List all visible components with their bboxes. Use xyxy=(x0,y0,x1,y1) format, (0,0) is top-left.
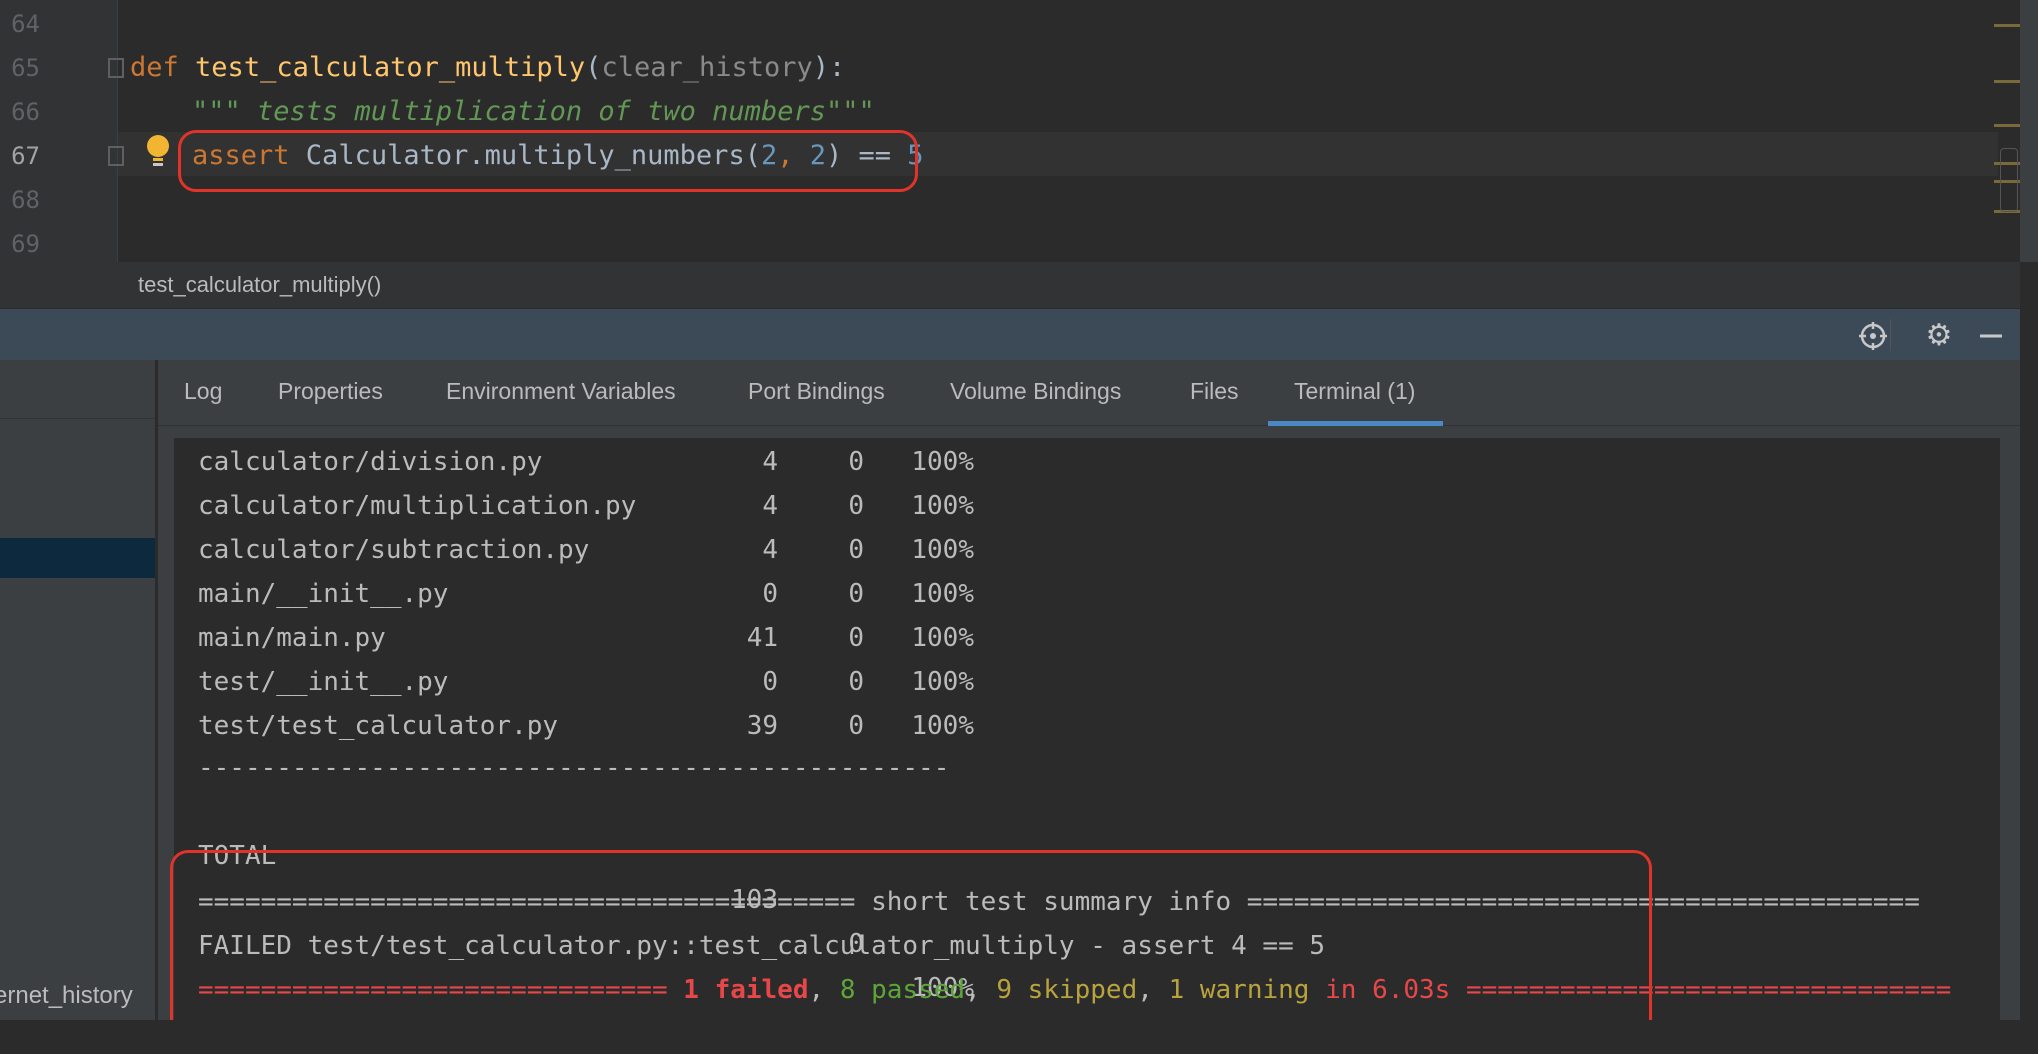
cover-percent: 100% xyxy=(911,491,974,521)
file-name: calculator/subtraction.py xyxy=(198,535,590,565)
tab-files[interactable]: Files xyxy=(1190,360,1239,426)
tab-log[interactable]: Log xyxy=(184,360,222,426)
parameter: clear_history xyxy=(601,52,813,83)
file-name: main/__init__.py xyxy=(198,579,449,609)
cover-percent: 100% xyxy=(911,711,974,741)
terminal-panel[interactable]: calculator/division.py 4 0 100% calculator/m… xyxy=(158,426,2020,1020)
coverage-separator: ----------------------------------------… xyxy=(198,753,950,783)
details-tab-bar: Log Properties Environment Variables Por… xyxy=(158,360,2020,426)
code-editor[interactable]: 64 65 66 67 68 69 def test_calculator_mu… xyxy=(0,0,2038,262)
crosshair-icon[interactable] xyxy=(1858,321,1888,351)
gutter-separator xyxy=(117,0,118,262)
summary-highlight-box xyxy=(170,850,1652,1020)
file-name: test/__init__.py xyxy=(198,667,449,697)
function-name: test_calculator_multiply xyxy=(195,52,586,83)
file-name: main/main.py xyxy=(198,623,386,653)
code-line-function-def[interactable]: def test_calculator_multiply(clear_histo… xyxy=(130,46,845,90)
file-name: calculator/division.py xyxy=(198,447,543,477)
services-tree-pane: ernet_history xyxy=(0,360,156,1020)
breadcrumb-item[interactable]: test_calculator_multiply() xyxy=(138,272,381,298)
header-separator xyxy=(1890,319,1891,351)
scroll-marker xyxy=(1994,24,2020,27)
file-name: test/test_calculator.py xyxy=(198,711,559,741)
cover-percent: 100% xyxy=(911,667,974,697)
tab-port-bindings[interactable]: Port Bindings xyxy=(748,360,885,426)
docstring-line[interactable]: """ tests multiplication of two numbers"… xyxy=(192,90,875,134)
keyword-def: def xyxy=(130,52,179,83)
cover-percent: 100% xyxy=(911,535,974,565)
line-number: 68 xyxy=(11,186,40,214)
lightbulb-icon[interactable] xyxy=(144,132,172,172)
close-paren-colon: ): xyxy=(812,52,846,83)
tab-volume-bindings[interactable]: Volume Bindings xyxy=(950,360,1121,426)
cover-percent: 100% xyxy=(911,447,974,477)
fold-marker-icon[interactable] xyxy=(108,146,124,166)
line-number: 67 xyxy=(11,142,40,170)
cover-percent: 100% xyxy=(911,623,974,653)
assert-highlight-box xyxy=(178,130,918,192)
tab-environment-variables[interactable]: Environment Variables xyxy=(446,360,676,426)
services-toolbar xyxy=(0,360,155,419)
gear-icon[interactable]: ⚙ xyxy=(1924,321,1954,351)
scroll-marker xyxy=(1994,124,2020,127)
tool-window-header: ⚙ xyxy=(0,308,2020,360)
scroll-marker xyxy=(1994,80,2020,83)
tree-item-label[interactable]: ernet_history xyxy=(0,982,133,1010)
selected-tree-item[interactable] xyxy=(0,538,155,578)
line-number: 64 xyxy=(11,10,40,38)
tab-terminal[interactable]: Terminal (1) xyxy=(1267,360,1444,426)
breadcrumb: test_calculator_multiply() xyxy=(0,262,2020,308)
minimize-icon[interactable] xyxy=(1976,321,2006,351)
line-number: 65 xyxy=(11,54,40,82)
editor-scrollbar-thumb[interactable] xyxy=(2000,148,2018,212)
fold-marker-icon[interactable] xyxy=(108,58,124,78)
open-paren: ( xyxy=(585,52,602,83)
file-name: calculator/multiplication.py xyxy=(198,491,637,521)
cover-percent: 100% xyxy=(911,579,974,609)
tab-properties[interactable]: Properties xyxy=(278,360,383,426)
line-number: 66 xyxy=(11,98,40,126)
right-tool-strip xyxy=(2020,0,2038,262)
line-number: 69 xyxy=(11,230,40,258)
